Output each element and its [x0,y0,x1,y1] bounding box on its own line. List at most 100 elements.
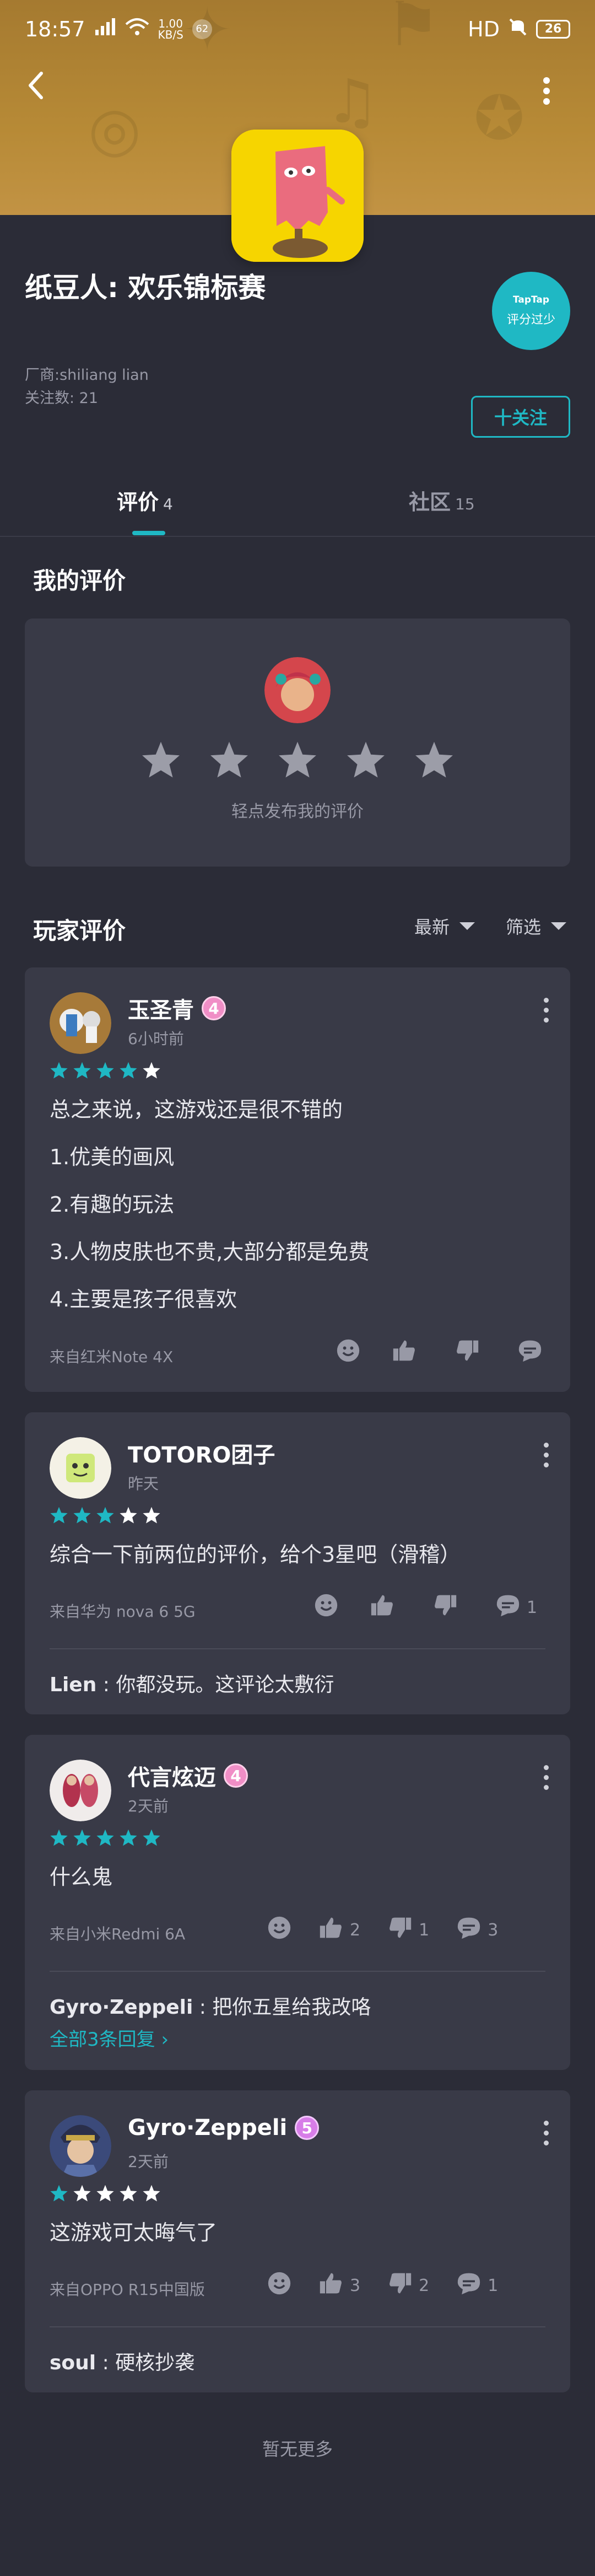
tab-indicator [132,531,165,535]
chevron-down-icon [459,922,475,930]
dislike-button[interactable] [455,1338,486,1367]
star-icon [142,1061,161,1082]
username[interactable]: 玉圣青 4 [128,992,226,1024]
filter-label: 筛选 [506,917,542,938]
avatar [50,1760,111,1821]
dislike-button[interactable]: 2 [388,2271,429,2300]
emoji-react-button[interactable] [314,1593,338,1622]
review-card[interactable]: 代言炫迈 4 2天前 什么鬼 来自小米Redmi 6A 2 1 3 Gyro·Z… [25,1735,570,2070]
comment-button[interactable]: 1 [496,1593,537,1622]
review-card[interactable]: 玉圣青 4 6小时前 总之来说，这游戏还是很不错的 1.优美的画风 2.有趣的玩… [25,967,570,1392]
divider [50,1971,545,1972]
star-icon [142,1506,161,1526]
rating-stars [50,2184,161,2204]
level-badge: 4 [202,996,226,1020]
like-button[interactable]: 2 [319,1916,360,1944]
dislike-count: 2 [419,2276,430,2295]
decor-icon: ♫ [325,66,380,137]
comment-count: 1 [527,1598,538,1617]
more-options-icon[interactable] [543,1765,549,1790]
dislike-button[interactable]: 1 [388,1916,429,1944]
comment-button[interactable]: 1 [457,2271,498,2300]
review-card[interactable]: TOTORO团子 昨天 综合一下前两位的评价，给个3星吧（滑稽） 来自华为 no… [25,1412,570,1714]
emoji-react-button[interactable] [267,2271,291,2300]
sort-dropdown[interactable]: 最新 [414,913,475,939]
more-options-icon[interactable] [543,1443,549,1467]
username-text: TOTORO团子 [128,1443,275,1468]
review-line: 什么鬼 [50,1865,113,1889]
star-icon [96,2184,115,2204]
chevron-down-icon [551,922,567,930]
hd-label: HD [468,17,500,41]
review-line: 综合一下前两位的评价，给个3星吧（滑稽） [50,1542,461,1567]
decor-icon: ✪ [474,83,525,153]
thumbs-up-icon [392,1338,416,1367]
star-icon[interactable] [414,740,455,782]
reply-preview[interactable]: Lien : 你都没玩。这评论太敷衍 [50,1669,334,1697]
mute-icon [509,17,527,41]
reply-text: : 把你五星给我改咯 [193,1996,371,2019]
rating-stars [50,1506,161,1526]
smiley-icon [336,1338,360,1367]
username-text: 代言炫迈 [128,1765,216,1790]
review-time: 6小时前 [128,1030,184,1048]
star-icon [119,2184,138,2204]
sort-label: 最新 [414,917,450,938]
tap-to-review-text: 轻点发布我的评价 [231,802,364,821]
emoji-react-button[interactable] [336,1338,360,1367]
filter-dropdown[interactable]: 筛选 [506,913,567,939]
like-count: 3 [350,2276,361,2295]
review-actions: 2 1 3 [267,1916,498,1944]
divider [0,536,595,537]
review-card[interactable]: Gyro·Zeppeli 5 2天前 这游戏可太晦气了 来自OPPO R15中国… [25,2090,570,2392]
smiley-icon [314,1593,338,1622]
review-time: 昨天 [128,1475,159,1493]
more-options-icon[interactable] [543,2121,549,2145]
comment-icon [518,1338,542,1367]
star-icon [73,1061,91,1082]
username[interactable]: TOTORO团子 [128,1437,275,1469]
reply-user: Lien [50,1674,97,1696]
username[interactable]: Gyro·Zeppeli 5 [128,2115,320,2141]
thumbs-up-icon [370,1593,394,1622]
player-reviews-title: 玩家评价 [33,917,126,944]
signal-icon [94,17,116,41]
comment-icon [457,2271,481,2300]
star-icon[interactable] [209,740,250,782]
star-icon [142,2184,161,2204]
tab-reviews[interactable]: 评价 4 [117,485,173,515]
follow-button[interactable]: 十关注 [471,396,570,438]
thumbs-down-icon [388,1916,412,1944]
review-line: 总之来说，这游戏还是很不错的 [50,1098,343,1122]
notification-badge: 62 [192,19,212,39]
reply-preview[interactable]: Gyro·Zeppeli : 把你五星给我改咯 [50,1991,371,2020]
back-arrow-icon[interactable] [25,69,47,104]
review-actions [336,1338,549,1367]
like-button[interactable] [370,1593,401,1622]
star-icon[interactable] [277,740,318,782]
like-button[interactable] [392,1338,423,1367]
comment-button[interactable] [518,1338,549,1367]
my-review-card[interactable]: 轻点发布我的评价 [25,619,570,867]
vendor-label: 厂商:shiliang lian [25,367,149,384]
avatar [50,1437,111,1499]
reply-preview[interactable]: soul : 硬核抄袭 [50,2347,194,2375]
star-icon[interactable] [345,740,386,782]
username[interactable]: 代言炫迈 4 [128,1760,248,1792]
avatar [264,657,331,723]
tab-community[interactable]: 社区 15 [409,485,475,515]
like-button[interactable]: 3 [319,2271,360,2300]
device-label: 来自红米Note 4X [50,1348,174,1366]
star-icon [73,1506,91,1526]
device-label: 来自小米Redmi 6A [50,1925,186,1943]
dislike-button[interactable] [433,1593,464,1622]
more-options-icon[interactable] [543,77,550,107]
comment-button[interactable]: 3 [457,1916,498,1944]
rate-stars[interactable] [140,740,455,782]
star-icon[interactable] [140,740,181,782]
more-options-icon[interactable] [543,998,549,1023]
emoji-react-button[interactable] [267,1916,291,1944]
all-replies-link[interactable]: 全部3条回复 › [50,2024,169,2051]
review-time: 2天前 [128,1797,169,1815]
star-icon [96,1061,115,1082]
